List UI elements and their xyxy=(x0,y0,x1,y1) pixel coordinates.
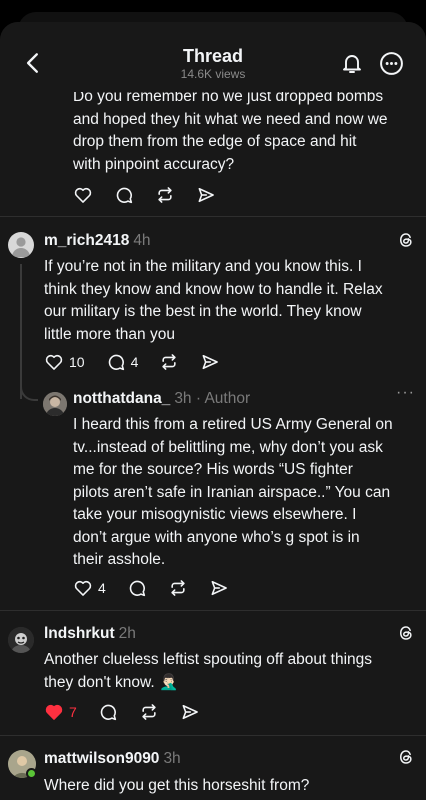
thread-sheet: Do you remember no we just dropped bombs… xyxy=(0,22,426,800)
username-text: notthatdana_ xyxy=(73,390,171,407)
repost-button[interactable] xyxy=(139,702,159,722)
timestamp: 4h xyxy=(133,232,151,249)
repost-button[interactable] xyxy=(159,352,179,372)
post-actions: 4 xyxy=(73,577,250,599)
share-icon xyxy=(200,352,220,372)
profile-photo-icon xyxy=(8,627,34,653)
username[interactable]: mattwilson9090 3h xyxy=(44,750,181,768)
post-text: Another clueless leftist spouting off ab… xyxy=(44,649,422,694)
comment-button[interactable] xyxy=(114,185,134,205)
more-icon[interactable] xyxy=(379,51,404,76)
post-actions: 10 4 xyxy=(44,351,241,373)
profile-photo-icon xyxy=(43,392,67,416)
share-button[interactable] xyxy=(196,185,216,205)
threads-logo-icon[interactable] xyxy=(397,624,415,642)
like-count: 7 xyxy=(69,704,77,720)
heart-filled-icon xyxy=(44,702,64,722)
share-button[interactable] xyxy=(200,352,220,372)
post-text: I heard this from a retired US Army Gene… xyxy=(73,414,423,572)
divider xyxy=(0,735,426,736)
share-button[interactable] xyxy=(180,702,200,722)
repost-icon xyxy=(168,578,188,598)
timestamp: 3h xyxy=(163,750,181,767)
text-line: Do you remember no we just dropped bombs xyxy=(73,92,384,105)
threads-logo-icon[interactable] xyxy=(397,748,415,766)
text-line: think they know and know how to handle i… xyxy=(44,280,383,298)
text-line: their asshole. xyxy=(73,551,166,568)
text-line: take your misogynistic views elsewhere. … xyxy=(73,506,357,523)
avatar[interactable] xyxy=(8,232,34,258)
avatar[interactable] xyxy=(8,627,34,653)
text-line: pilots aren’t safe in Iranian airspace..… xyxy=(73,483,391,501)
text-line: and hoped they hit what we need and now … xyxy=(73,110,388,128)
post-text: Where did you get this horseshit from? xyxy=(44,775,422,798)
text-line: little more than you xyxy=(44,325,175,343)
thread-header: Thread 14.6K views xyxy=(0,22,426,92)
repost-icon xyxy=(159,352,179,372)
online-status-dot xyxy=(26,768,37,779)
share-icon xyxy=(196,185,216,205)
username[interactable]: m_rich2418 4h xyxy=(44,232,151,250)
threads-logo-icon[interactable] xyxy=(397,231,415,249)
avatar[interactable] xyxy=(8,750,37,779)
thread-content: Do you remember no we just dropped bombs… xyxy=(0,92,426,800)
username-text: m_rich2418 xyxy=(44,232,130,249)
repost-button[interactable] xyxy=(155,185,175,205)
username[interactable]: lndshrkut 2h xyxy=(44,625,136,643)
text-line: Another clueless leftist spouting off ab… xyxy=(44,651,373,668)
share-button[interactable] xyxy=(209,578,229,598)
text-line: Where did you get this horseshit from? xyxy=(44,777,310,794)
heart-icon xyxy=(73,578,93,598)
text-line: I heard this from a retired US Army Gene… xyxy=(73,416,393,433)
heart-icon xyxy=(73,185,93,205)
comment-icon xyxy=(114,185,134,205)
text-line: they don't know. 🤦🏻‍♂️ xyxy=(44,673,179,691)
comment-button[interactable]: 4 xyxy=(106,352,139,372)
repost-icon xyxy=(139,702,159,722)
divider xyxy=(0,216,426,217)
username-text: lndshrkut xyxy=(44,625,115,642)
avatar[interactable] xyxy=(43,392,67,416)
comment-icon xyxy=(98,702,118,722)
bell-icon[interactable] xyxy=(340,51,364,75)
heart-icon xyxy=(44,352,64,372)
repost-icon xyxy=(155,185,175,205)
like-button[interactable]: 10 xyxy=(44,352,85,372)
thread-connector xyxy=(20,264,22,399)
comment-icon xyxy=(127,578,147,598)
timestamp: 2h xyxy=(118,625,136,642)
timestamp: 3h · Author xyxy=(174,390,251,407)
post-actions xyxy=(73,184,237,206)
like-count: 10 xyxy=(69,354,85,370)
share-icon xyxy=(209,578,229,598)
post-text: Do you remember no we just dropped bombs… xyxy=(73,92,418,176)
like-button[interactable]: 4 xyxy=(73,578,106,598)
reply-connector xyxy=(20,387,38,401)
text-line: tv...instead of belittling me, why don’t… xyxy=(73,438,383,456)
text-line: our military is the best in the world. T… xyxy=(44,303,362,320)
like-button[interactable] xyxy=(73,185,93,205)
share-icon xyxy=(180,702,200,722)
username[interactable]: notthatdana_ 3h · Author xyxy=(73,390,250,408)
repost-button[interactable] xyxy=(168,578,188,598)
comment-button[interactable] xyxy=(127,578,147,598)
like-count: 4 xyxy=(98,580,106,596)
divider xyxy=(0,610,426,611)
username-text: mattwilson9090 xyxy=(44,750,160,767)
comment-icon xyxy=(106,352,126,372)
text-line: with pinpoint accuracy? xyxy=(73,155,235,173)
text-line: don’t argue with anyone who’s g spot is … xyxy=(73,528,360,546)
text-line: If you’re not in the military and you kn… xyxy=(44,258,362,275)
default-avatar-icon xyxy=(12,237,30,257)
comment-button[interactable] xyxy=(98,702,118,722)
reply-count: 4 xyxy=(130,354,139,370)
post-actions: 7 xyxy=(44,701,221,723)
post-text: If you’re not in the military and you kn… xyxy=(44,256,422,346)
text-line: drop them from the edge of space and hit xyxy=(73,133,357,150)
text-line: me for the source? His words “US fighter xyxy=(73,461,353,478)
post-options-icon[interactable]: ··· xyxy=(396,384,415,402)
like-button[interactable]: 7 xyxy=(44,702,77,722)
